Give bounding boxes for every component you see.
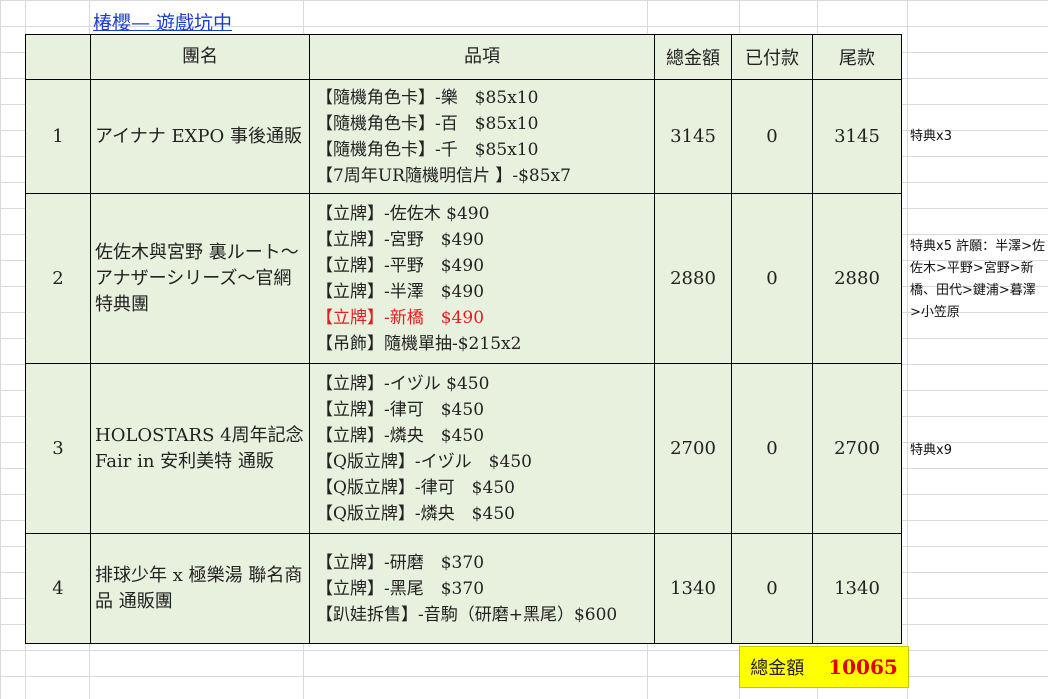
- item-line: 【Q版立牌】-イヅル $450: [316, 451, 532, 472]
- paid-cell[interactable]: 0: [731, 533, 813, 644]
- total-cell[interactable]: 2880: [654, 193, 732, 364]
- header-paid[interactable]: 已付款: [731, 34, 813, 80]
- header-number: [25, 34, 91, 80]
- item-line: 【立牌】-律可 $450: [316, 399, 485, 420]
- balance-cell[interactable]: 1340: [812, 533, 902, 644]
- header-group-name[interactable]: 團名: [90, 34, 310, 80]
- group-name-cell[interactable]: HOLOSTARS 4周年記念 Fair in 安利美特 通販: [90, 363, 310, 534]
- item-line: 【隨機角色卡】-樂 $85x10: [316, 87, 539, 108]
- item-line: 【趴娃拆售】-音駒（研磨+黑尾）$600: [316, 604, 618, 625]
- header-row: 團名 品項 總金額 已付款 尾款: [25, 34, 902, 80]
- item-line: 【立牌】-平野 $490: [316, 255, 485, 276]
- item-line: 【立牌】-イヅル $450: [316, 373, 490, 394]
- item-line: 【隨機角色卡】-千 $85x10: [316, 139, 539, 160]
- balance-cell[interactable]: 2700: [812, 363, 902, 534]
- item-line: 【立牌】-半澤 $490: [316, 281, 485, 302]
- grand-total-box[interactable]: 總金額 10065: [739, 646, 909, 688]
- item-line: 【立牌】-佐佐木 $490: [316, 203, 490, 224]
- items-cell[interactable]: 【立牌】-佐佐木 $490 【立牌】-宮野 $490 【立牌】-平野 $490 …: [309, 193, 655, 364]
- note-cell[interactable]: 特典x9: [910, 440, 1046, 462]
- item-line: 【隨機角色卡】-百 $85x10: [316, 113, 539, 134]
- table-row: 3 HOLOSTARS 4周年記念 Fair in 安利美特 通販 【立牌】-イ…: [25, 363, 902, 534]
- item-line: 【立牌】-宮野 $490: [316, 229, 485, 250]
- total-cell[interactable]: 3145: [654, 79, 732, 194]
- item-line-highlighted: 【立牌】-新橋 $490: [316, 307, 485, 328]
- table-row: 4 排球少年 x 極樂湯 聯名商品 通販團 【立牌】-研磨 $370 【立牌】-…: [25, 533, 902, 644]
- total-cell[interactable]: 1340: [654, 533, 732, 644]
- item-line: 【吊飾】隨機單抽-$215x2: [316, 333, 522, 354]
- header-items[interactable]: 品項: [309, 34, 655, 80]
- paid-cell[interactable]: 0: [731, 363, 813, 534]
- grand-total-value: 10065: [828, 655, 898, 679]
- note-cell[interactable]: 特典x3: [910, 126, 1046, 148]
- items-cell[interactable]: 【隨機角色卡】-樂 $85x10 【隨機角色卡】-百 $85x10 【隨機角色卡…: [309, 79, 655, 194]
- header-total[interactable]: 總金額: [654, 34, 732, 80]
- row-number[interactable]: 1: [25, 79, 91, 194]
- table-row: 1 アイナナ EXPO 事後通販 【隨機角色卡】-樂 $85x10 【隨機角色卡…: [25, 79, 902, 194]
- row-number[interactable]: 3: [25, 363, 91, 534]
- order-table: 團名 品項 總金額 已付款 尾款 1 アイナナ EXPO 事後通販 【隨機角色卡…: [25, 34, 902, 644]
- paid-cell[interactable]: 0: [731, 79, 813, 194]
- header-balance[interactable]: 尾款: [812, 34, 902, 80]
- item-line: 【立牌】-黑尾 $370: [316, 578, 485, 599]
- paid-cell[interactable]: 0: [731, 193, 813, 364]
- item-line: 【立牌】-研磨 $370: [316, 552, 485, 573]
- group-name-cell[interactable]: 排球少年 x 極樂湯 聯名商品 通販團: [90, 533, 310, 644]
- item-line: 【立牌】-燐央 $450: [316, 425, 485, 446]
- row-number[interactable]: 2: [25, 193, 91, 364]
- table-row: 2 佐佐木與宮野 裏ルート～アナザーシリーズ～官網特典團 【立牌】-佐佐木 $4…: [25, 193, 902, 364]
- items-cell[interactable]: 【立牌】-研磨 $370 【立牌】-黑尾 $370 【趴娃拆售】-音駒（研磨+黑…: [309, 533, 655, 644]
- items-cell[interactable]: 【立牌】-イヅル $450 【立牌】-律可 $450 【立牌】-燐央 $450 …: [309, 363, 655, 534]
- balance-cell[interactable]: 3145: [812, 79, 902, 194]
- balance-cell[interactable]: 2880: [812, 193, 902, 364]
- grand-total-label: 總金額: [750, 658, 805, 679]
- sheet-title-link[interactable]: 椿櫻— 遊戲坑中: [93, 8, 232, 35]
- note-cell[interactable]: 特典x5 許願：半澤>佐佐木>平野>宮野>新橋、田代>鍵浦>暮澤>小笠原: [910, 236, 1046, 324]
- item-line: 【7周年UR隨機明信片 】-$85x7: [316, 165, 571, 186]
- item-line: 【Q版立牌】-律可 $450: [316, 477, 515, 498]
- row-number[interactable]: 4: [25, 533, 91, 644]
- total-cell[interactable]: 2700: [654, 363, 732, 534]
- group-name-cell[interactable]: アイナナ EXPO 事後通販: [90, 79, 310, 194]
- item-line: 【Q版立牌】-燐央 $450: [316, 503, 515, 524]
- group-name-cell[interactable]: 佐佐木與宮野 裏ルート～アナザーシリーズ～官網特典團: [90, 193, 310, 364]
